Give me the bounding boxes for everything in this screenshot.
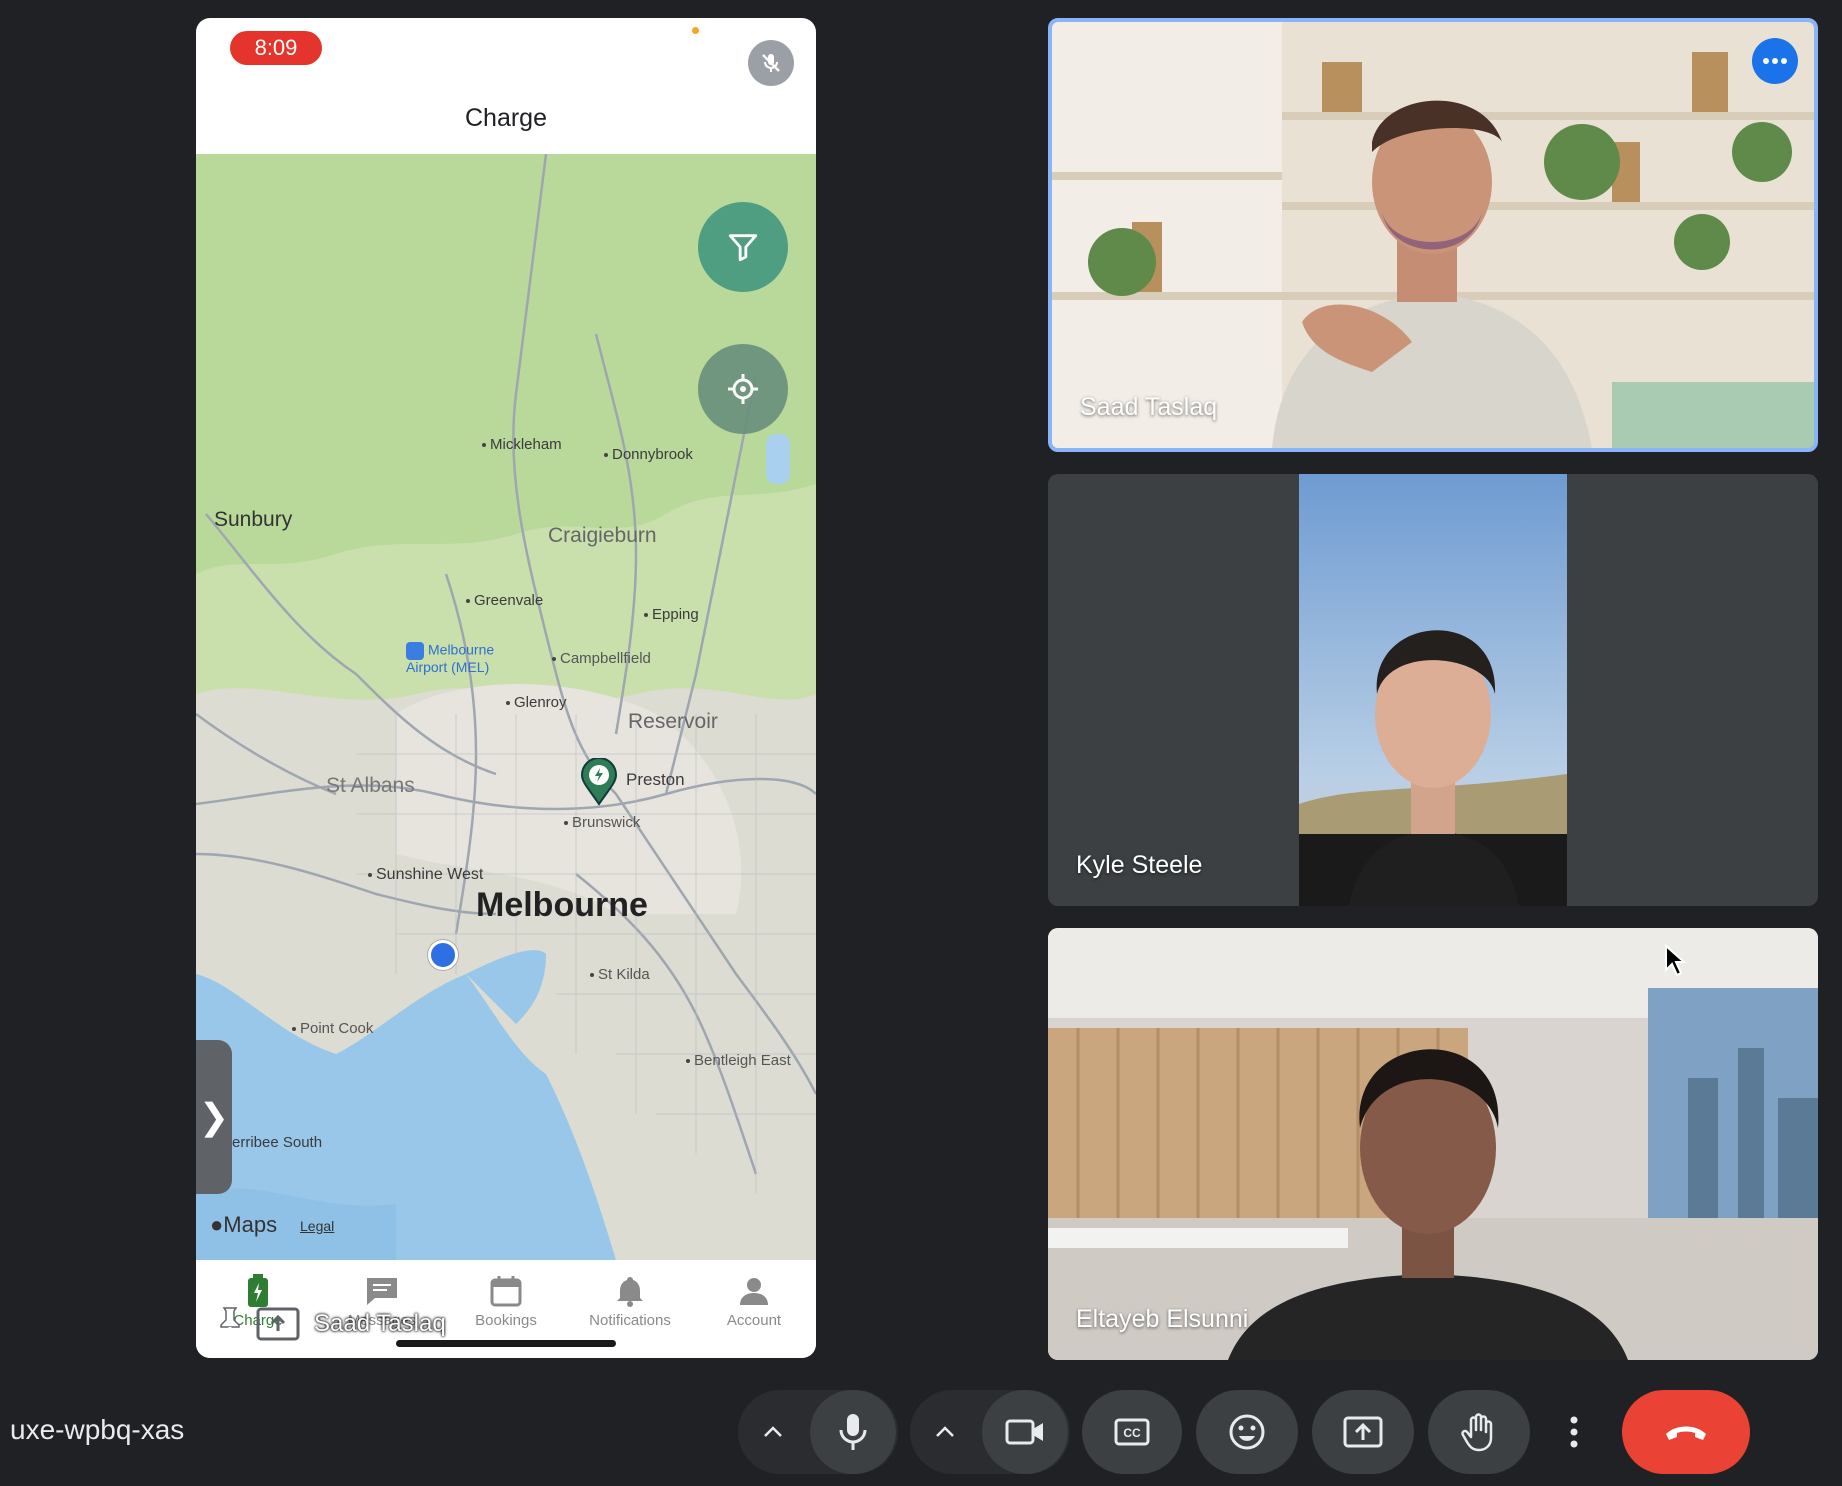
map-label-werribee-south: erribee South	[232, 1134, 323, 1151]
privacy-indicator-dot	[692, 27, 699, 34]
map-label-st-albans: St Albans	[326, 774, 415, 797]
participant-tile-eltayeb[interactable]: Eltayeb Elsunni	[1048, 928, 1818, 1360]
map-label-melbourne: Melbourne	[476, 886, 648, 924]
map-label-greenvale: Greenvale	[466, 592, 543, 609]
map-label-brunswick: Brunswick	[564, 814, 640, 831]
map-label-preston: Preston	[626, 770, 685, 789]
map-label-bentleigh-east: Bentleigh East	[686, 1052, 791, 1069]
map-label-glenroy: Glenroy	[506, 694, 567, 711]
leave-call-button[interactable]	[1622, 1390, 1750, 1474]
mouse-cursor-icon	[1664, 943, 1688, 983]
map-view[interactable]: Sunbury Mickleham Donnybrook Craigieburn…	[196, 154, 816, 1260]
video-feed	[1299, 474, 1567, 906]
microphone-icon	[839, 1414, 867, 1450]
present-now-button[interactable]	[1312, 1390, 1414, 1474]
expand-panel-handle[interactable]: ❯	[196, 1040, 232, 1194]
map-label-craigieburn: Craigieburn	[548, 524, 657, 547]
filter-icon	[728, 234, 758, 262]
map-label-st-kilda: St Kilda	[590, 966, 650, 983]
more-options-menu-button[interactable]	[1544, 1390, 1604, 1474]
more-options-button[interactable]	[1752, 38, 1798, 84]
map-label-sunbury: Sunbury	[214, 508, 293, 531]
map-label-reservoir: Reservoir	[628, 710, 718, 733]
map-label-campbellfield: Campbellfield	[552, 650, 651, 667]
charge-icon	[248, 1274, 268, 1307]
calendar-icon	[490, 1276, 522, 1307]
map-label-sunshine-west: Sunshine West	[368, 866, 483, 884]
svg-text:CC: CC	[1123, 1426, 1141, 1440]
presenter-overlay: Saad Taslaq	[218, 1306, 446, 1342]
bell-icon	[617, 1277, 643, 1307]
hand-icon	[1461, 1413, 1493, 1452]
captions-button[interactable]: CC	[1082, 1390, 1182, 1474]
video-options-button[interactable]	[910, 1426, 980, 1438]
video-feed	[1052, 22, 1814, 448]
more-vertical-icon	[1570, 1416, 1578, 1448]
video-camera-icon	[1005, 1419, 1043, 1445]
screen-share-phone: 8:09 Charge Sunbury Mickleham Donnybrook…	[196, 18, 816, 1358]
participant-tile-kyle[interactable]: Kyle Steele	[1048, 474, 1818, 906]
chevron-right-icon: ❯	[198, 1096, 230, 1137]
present-screen-icon[interactable]	[256, 1307, 300, 1341]
raise-hand-button[interactable]	[1428, 1390, 1530, 1474]
camera-button[interactable]	[982, 1390, 1068, 1474]
map-label-point-cook: Point Cook	[292, 1020, 373, 1037]
participant-name: Saad Taslaq	[1080, 393, 1218, 421]
tab-account[interactable]: Account	[699, 1260, 809, 1358]
participant-name: Eltayeb Elsunni	[1076, 1305, 1249, 1333]
audio-options-button[interactable]	[738, 1426, 808, 1438]
filter-button[interactable]	[698, 202, 788, 292]
current-location-dot	[428, 940, 458, 970]
messages-icon	[367, 1278, 397, 1305]
present-screen-icon	[1343, 1416, 1383, 1448]
apple-maps-logo: ●Maps	[210, 1212, 278, 1237]
locate-icon	[728, 374, 758, 404]
reactions-button[interactable]	[1196, 1390, 1298, 1474]
presenter-mic-off-icon	[748, 40, 794, 86]
video-feed	[1048, 928, 1818, 1360]
emoji-icon	[1229, 1414, 1265, 1450]
hang-up-icon	[1666, 1426, 1706, 1440]
charger-pin-icon	[580, 757, 618, 806]
participant-name: Kyle Steele	[1076, 851, 1203, 879]
map-label-donnybrook: Donnybrook	[604, 446, 693, 463]
more-horizontal-icon	[1763, 58, 1787, 64]
status-time: 8:09	[230, 31, 322, 65]
meeting-code[interactable]: uxe-wpbq-xas	[10, 1414, 184, 1446]
map-label-airport: Melbourne Airport (MEL)	[406, 641, 495, 675]
presenter-name: Saad Taslaq	[314, 1310, 446, 1337]
person-icon	[740, 1278, 768, 1305]
locate-me-button[interactable]	[698, 344, 788, 434]
map-label-epping: Epping	[644, 606, 699, 623]
participant-tile-saad[interactable]: Saad Taslaq	[1048, 18, 1818, 452]
maps-legal-link[interactable]: Legal	[300, 1218, 334, 1234]
page-title: Charge	[465, 104, 547, 132]
charger-pin[interactable]	[580, 757, 618, 811]
chevron-up-icon	[936, 1426, 954, 1437]
airport-icon	[406, 642, 424, 660]
closed-captions-icon: CC	[1114, 1418, 1150, 1446]
microphone-button[interactable]	[810, 1390, 896, 1474]
pin-icon[interactable]	[218, 1306, 242, 1342]
map-label-mickleham: Mickleham	[482, 436, 562, 453]
chevron-up-icon	[764, 1426, 782, 1437]
